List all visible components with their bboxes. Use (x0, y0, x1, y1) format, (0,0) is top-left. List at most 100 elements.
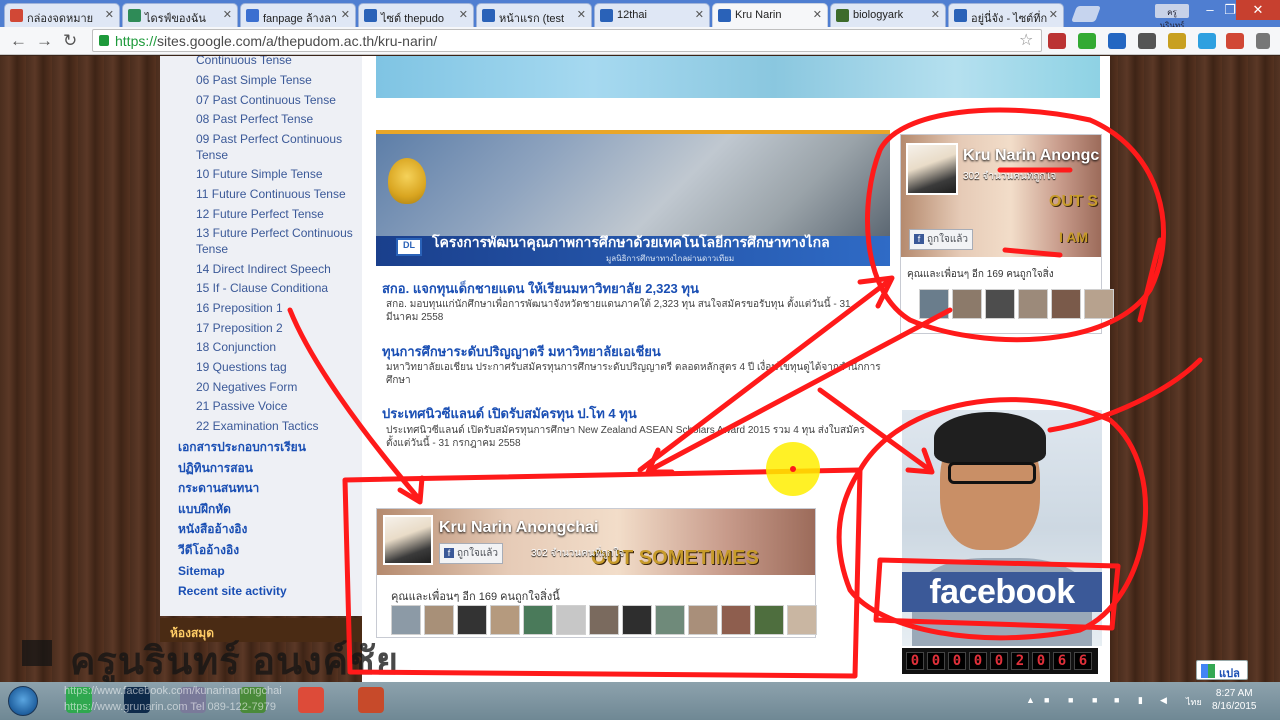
tray-app-icon[interactable]: ■ (1092, 695, 1097, 705)
sidebar-item[interactable]: 12 Future Perfect Tense (196, 206, 360, 222)
sidebar-item[interactable]: 09 Past Perfect Continuous Tense (196, 131, 360, 163)
friend-thumb[interactable] (655, 605, 685, 635)
friend-thumb[interactable] (952, 289, 982, 319)
cloud-extension-icon[interactable] (1198, 33, 1216, 49)
friend-thumb[interactable] (622, 605, 652, 635)
close-icon[interactable]: ✕ (695, 8, 704, 21)
sidebar-category[interactable]: กระดานสนทนา (178, 480, 259, 496)
friend-thumb[interactable] (721, 605, 751, 635)
sidebar-item[interactable]: Continuous Tense (196, 56, 360, 68)
friend-thumb[interactable] (457, 605, 487, 635)
sidebar-category[interactable]: แบบฝึกหัด (178, 501, 231, 517)
sidebar-item[interactable]: 18 Conjunction (196, 339, 360, 355)
address-bar[interactable]: https://sites.google.com/a/thepudom.ac.t… (92, 29, 1042, 52)
sidebar-item[interactable]: 17 Preposition 2 (196, 320, 360, 336)
sidebar-item[interactable]: 11 Future Continuous Tense (196, 186, 360, 202)
sidebar-item[interactable]: 16 Preposition 1 (196, 300, 360, 316)
sidebar-category[interactable]: ปฏิทินการสอน (178, 460, 253, 476)
friend-thumb[interactable] (985, 289, 1015, 319)
friend-thumb[interactable] (589, 605, 619, 635)
friend-thumb[interactable] (1084, 289, 1114, 319)
fb-like-button[interactable]: f ถูกใจแล้ว (439, 543, 504, 564)
fb-like-button[interactable]: f ถูกใจแล้ว (909, 229, 974, 250)
sidebar-item[interactable]: 06 Past Simple Tense (196, 72, 360, 88)
chrome-icon[interactable] (298, 687, 324, 713)
close-window-icon[interactable]: ✕ (1236, 0, 1280, 20)
tab-7[interactable]: biologyark ✕ (830, 3, 946, 27)
news-title[interactable]: ทุนการศึกษาระดับปริญญาตรี มหาวิทยาลัยเอเ… (382, 341, 661, 362)
new-tab-button[interactable] (1071, 6, 1101, 22)
sidebar-item[interactable]: 10 Future Simple Tense (196, 166, 360, 182)
close-icon[interactable]: ✕ (223, 8, 232, 21)
sidebar-item[interactable]: 15 If - Clause Conditiona (196, 280, 360, 296)
sidebar-category[interactable]: หนังสืออ้างอิง (178, 521, 247, 537)
reload-icon[interactable]: ↻ (63, 31, 77, 51)
taskbar-clock[interactable]: 8:27 AM 8/16/2015 (1212, 687, 1257, 713)
tab-1[interactable]: ไดรฟ์ของฉัน ✕ (122, 3, 238, 27)
extension-icon[interactable] (1048, 33, 1066, 49)
sidebar-item[interactable]: 13 Future Perfect Continuous Tense (196, 225, 360, 257)
friend-thumb[interactable] (523, 605, 553, 635)
sitemap-link[interactable]: Sitemap (178, 564, 225, 578)
friend-thumb[interactable] (754, 605, 784, 635)
friend-thumb[interactable] (1018, 289, 1048, 319)
news-banner-image[interactable]: DL โครงการพัฒนาคุณภาพการศึกษาด้วยเทคโนโล… (376, 130, 890, 266)
close-icon[interactable]: ✕ (931, 8, 940, 21)
menu-icon[interactable] (1256, 33, 1270, 49)
facebook-logo[interactable]: facebook (902, 572, 1102, 612)
news-title[interactable]: ประเทศนิวซีแลนด์ เปิดรับสมัครทุน ป.โท 4 … (382, 403, 637, 424)
fb-page-name[interactable]: Kru Narin Anongc (963, 147, 1099, 165)
forward-icon[interactable]: → (36, 31, 53, 51)
extension-icon[interactable] (1078, 33, 1096, 49)
close-icon[interactable]: ✕ (459, 8, 468, 21)
camera-extension-icon[interactable] (1138, 33, 1156, 49)
sidebar-item[interactable]: 20 Negatives Form (196, 379, 360, 395)
download-extension-icon[interactable] (1108, 33, 1126, 49)
tray-app-icon[interactable]: ■ (1044, 695, 1049, 705)
start-button[interactable] (8, 686, 38, 716)
tab-5[interactable]: 12thai ✕ (594, 3, 710, 27)
back-icon[interactable]: ← (10, 31, 27, 51)
tab-6[interactable]: Kru Narin ✕ (712, 3, 828, 28)
language-icon[interactable]: ไทย (1186, 695, 1202, 709)
tab-3[interactable]: ไซต์ thepudo ✕ (358, 3, 474, 27)
sidebar-item[interactable]: 14 Direct Indirect Speech (196, 261, 360, 277)
friend-thumb[interactable] (490, 605, 520, 635)
sidebar-item[interactable]: 22 Examination Tactics (196, 418, 360, 434)
tools-extension-icon[interactable] (1168, 33, 1186, 49)
close-icon[interactable]: ✕ (813, 8, 822, 21)
gmail-extension-icon[interactable] (1226, 33, 1244, 49)
close-icon[interactable]: ✕ (105, 8, 114, 21)
tab-8[interactable]: อยู่นี่จัง - ไซต์ที่ก ✕ (948, 3, 1064, 27)
close-icon[interactable]: ✕ (1049, 8, 1058, 21)
sidebar-item[interactable]: 21 Passive Voice (196, 398, 360, 414)
friend-thumb[interactable] (424, 605, 454, 635)
sidebar-item[interactable]: 08 Past Perfect Tense (196, 111, 360, 127)
friend-thumb[interactable] (787, 605, 817, 635)
tray-app-icon[interactable]: ■ (1068, 695, 1073, 705)
fb-page-name[interactable]: Kru Narin Anongchai (439, 519, 598, 537)
tab-4[interactable]: หน้าแรก (test ✕ (476, 3, 592, 27)
fb-avatar[interactable] (906, 143, 958, 195)
friend-thumb[interactable] (1051, 289, 1081, 319)
sidebar-category[interactable]: วีดีโออ้างอิง (178, 542, 239, 558)
recorder-icon[interactable] (358, 687, 384, 713)
sidebar-item[interactable]: 07 Past Continuous Tense (196, 92, 360, 108)
bookmark-star-icon[interactable]: ☆ (1019, 30, 1033, 50)
close-icon[interactable]: ✕ (577, 8, 586, 21)
friend-thumb[interactable] (919, 289, 949, 319)
volume-icon[interactable]: ◀ (1160, 695, 1167, 706)
news-title[interactable]: สกอ. แจกทุนเด็กชายแดน ให้เรียนมหาวิทยาลั… (382, 278, 699, 299)
tab-0[interactable]: กล่องจดหมาย ✕ (4, 3, 120, 27)
tray-app-icon[interactable]: ■ (1114, 695, 1119, 705)
fb-avatar[interactable] (383, 515, 433, 565)
translate-button[interactable]: แปล (1196, 660, 1248, 680)
friend-thumb[interactable] (556, 605, 586, 635)
user-badge[interactable]: ครูนรินทร์ (1155, 4, 1189, 30)
tray-chevron-icon[interactable]: ▲ (1026, 695, 1035, 705)
signal-icon[interactable]: ▮ (1138, 695, 1143, 706)
friend-thumb[interactable] (688, 605, 718, 635)
sidebar-category[interactable]: เอกสารประกอบการเรียน (178, 439, 306, 455)
sidebar-item[interactable]: 19 Questions tag (196, 359, 360, 375)
recent-activity-link[interactable]: Recent site activity (178, 584, 287, 598)
